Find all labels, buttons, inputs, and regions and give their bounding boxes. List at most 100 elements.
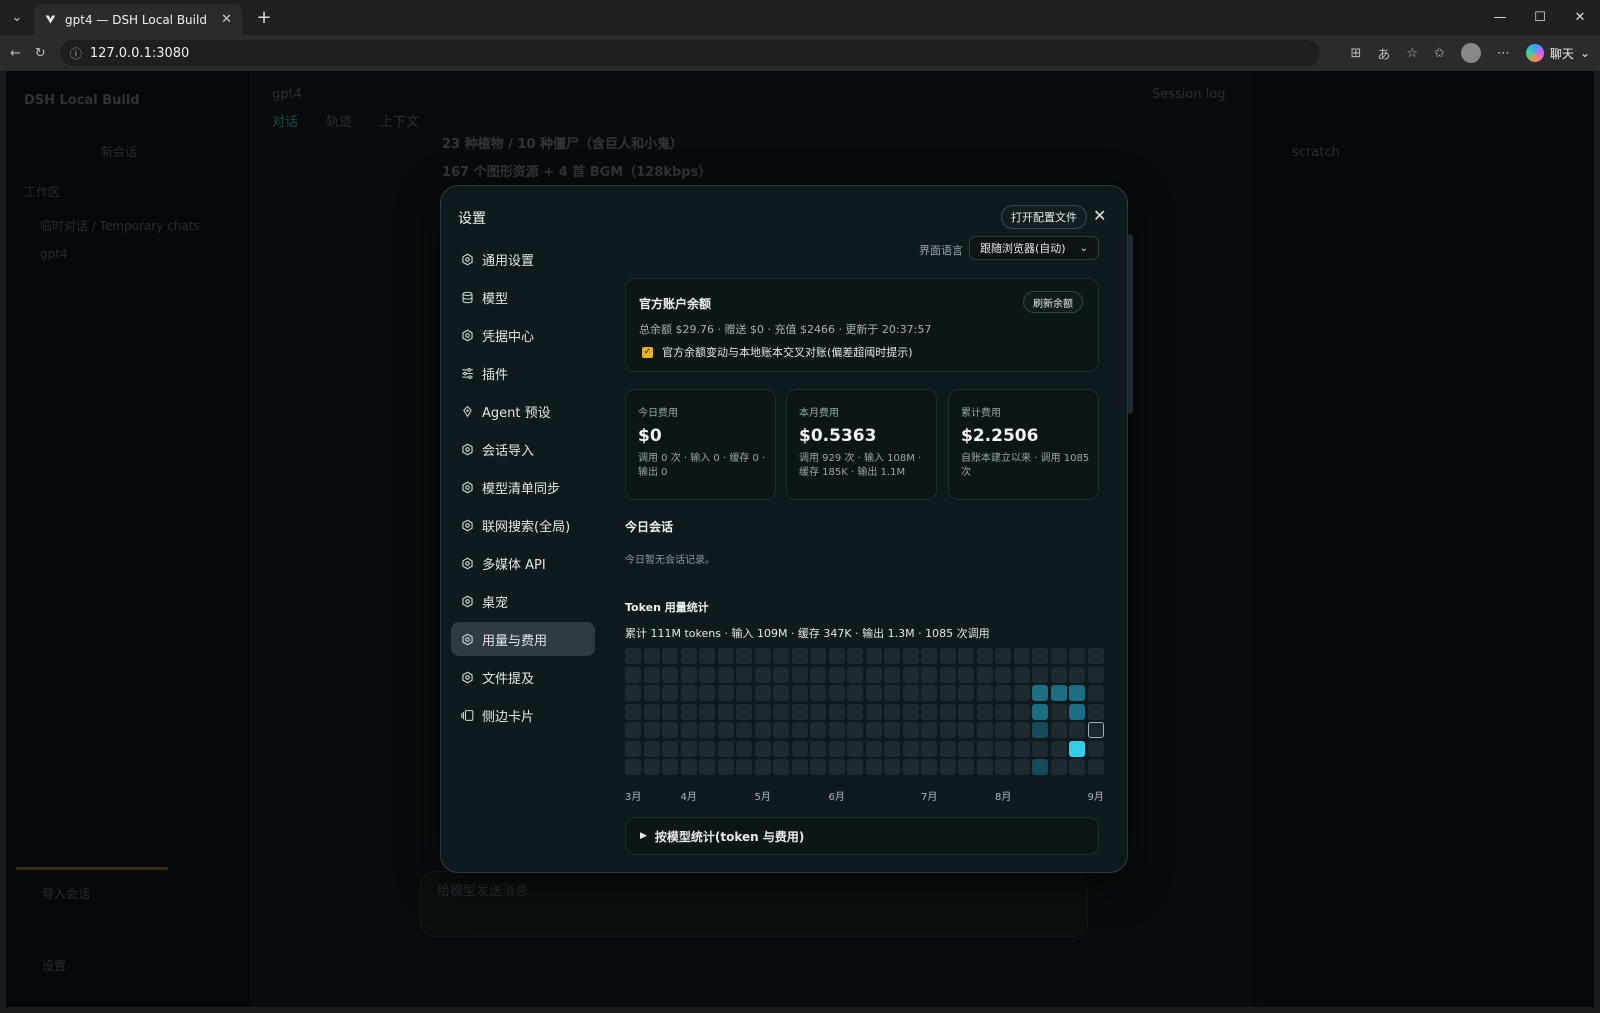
language-select[interactable]: 跟随浏览器(自动) ⌄: [969, 236, 1099, 260]
heatmap-cell[interactable]: [662, 685, 678, 701]
heatmap-cell[interactable]: [902, 685, 919, 701]
heatmap-cell[interactable]: [699, 759, 715, 775]
heatmap-cell[interactable]: [847, 648, 863, 664]
info-icon[interactable]: ⓘ: [70, 45, 82, 62]
settings-nav-item[interactable]: 文件提及: [451, 660, 595, 694]
avatar[interactable]: [1460, 43, 1481, 63]
heatmap-cell[interactable]: [865, 703, 882, 720]
heatmap-cell[interactable]: [1087, 666, 1104, 683]
heatmap-cell[interactable]: [1050, 648, 1067, 664]
heatmap-cell[interactable]: [810, 740, 826, 757]
heatmap-cell[interactable]: [754, 685, 771, 701]
heatmap-cell[interactable]: [791, 703, 808, 720]
browser-tab[interactable]: gpt4 — DSH Local Build ✕: [34, 4, 242, 35]
heatmap-cell[interactable]: [939, 685, 956, 701]
heatmap-cell[interactable]: [1032, 740, 1048, 757]
heatmap-cell[interactable]: [1013, 740, 1030, 757]
heatmap-cell[interactable]: [902, 722, 919, 738]
heatmap-cell[interactable]: [1013, 759, 1030, 775]
heatmap-cell[interactable]: [643, 703, 660, 720]
heatmap-cell[interactable]: [680, 666, 697, 683]
heatmap-cell[interactable]: [736, 759, 752, 775]
heatmap-cell[interactable]: [995, 740, 1011, 757]
heatmap-cell[interactable]: [976, 648, 993, 664]
heatmap-cell[interactable]: [884, 666, 900, 683]
heatmap-cell[interactable]: [754, 759, 771, 775]
heatmap-cell[interactable]: [1087, 722, 1104, 738]
heatmap-cell[interactable]: [1050, 722, 1067, 738]
heatmap-cell[interactable]: [921, 685, 937, 701]
heatmap-cell[interactable]: [847, 666, 863, 683]
heatmap-cell[interactable]: [884, 722, 900, 738]
heatmap-cell[interactable]: [791, 722, 808, 738]
heatmap-cell[interactable]: [847, 759, 863, 775]
heatmap-cell[interactable]: [717, 648, 734, 664]
heatmap-cell[interactable]: [958, 703, 974, 720]
heatmap-cell[interactable]: [625, 740, 641, 757]
heatmap-cell[interactable]: [828, 685, 845, 701]
heatmap-cell[interactable]: [995, 648, 1011, 664]
heatmap-cell[interactable]: [625, 759, 641, 775]
more-icon[interactable]: ⋯: [1497, 46, 1510, 61]
heatmap-cell[interactable]: [699, 648, 715, 664]
heatmap-cell[interactable]: [921, 740, 937, 757]
heatmap-cell[interactable]: [699, 685, 715, 701]
heatmap-cell[interactable]: [958, 685, 974, 701]
heatmap-cell[interactable]: [902, 740, 919, 757]
heatmap-cell[interactable]: [921, 666, 937, 683]
heatmap-cell[interactable]: [995, 703, 1011, 720]
close-tab-icon[interactable]: ✕: [221, 12, 232, 27]
by-model-expander[interactable]: ▶ 按模型统计(token 与费用): [625, 817, 1099, 855]
heatmap-cell[interactable]: [717, 740, 734, 757]
heatmap-cell[interactable]: [1069, 666, 1085, 683]
heatmap-cell[interactable]: [958, 722, 974, 738]
heatmap-cell[interactable]: [791, 685, 808, 701]
heatmap-cell[interactable]: [1032, 759, 1048, 775]
reconcile-option[interactable]: ✓ 官方余额变动与本地账本交叉对账(偏差超阈时提示): [642, 344, 913, 360]
heatmap-cell[interactable]: [791, 666, 808, 683]
heatmap-cell[interactable]: [976, 703, 993, 720]
heatmap-cell[interactable]: [754, 666, 771, 683]
heatmap-cell[interactable]: [662, 648, 678, 664]
settings-nav-item[interactable]: 多媒体 API: [451, 546, 595, 580]
heatmap-cell[interactable]: [939, 722, 956, 738]
settings-nav-item[interactable]: 联网搜索(全局): [451, 508, 595, 542]
heatmap-cell[interactable]: [736, 703, 752, 720]
heatmap-cell[interactable]: [680, 722, 697, 738]
heatmap-cell[interactable]: [828, 740, 845, 757]
heatmap-cell[interactable]: [736, 740, 752, 757]
reload-icon[interactable]: ↻: [35, 46, 46, 61]
heatmap-cell[interactable]: [902, 666, 919, 683]
heatmap-cell[interactable]: [1069, 740, 1085, 757]
heatmap-cell[interactable]: [1013, 703, 1030, 720]
heatmap-cell[interactable]: [995, 722, 1011, 738]
settings-nav-item[interactable]: 用量与费用: [451, 622, 595, 656]
heatmap-cell[interactable]: [976, 666, 993, 683]
heatmap-cell[interactable]: [1050, 666, 1067, 683]
heatmap-cell[interactable]: [1050, 703, 1067, 720]
heatmap-cell[interactable]: [1032, 666, 1048, 683]
minimize-icon[interactable]: —: [1480, 0, 1520, 35]
heatmap-cell[interactable]: [865, 740, 882, 757]
heatmap-cell[interactable]: [699, 740, 715, 757]
checkbox[interactable]: ✓: [642, 346, 653, 358]
tab-list-button[interactable]: ⌄: [0, 0, 34, 35]
heatmap-cell[interactable]: [1069, 703, 1085, 720]
heatmap-cell[interactable]: [958, 759, 974, 775]
heatmap-cell[interactable]: [939, 759, 956, 775]
heatmap-cell[interactable]: [699, 722, 715, 738]
heatmap-cell[interactable]: [865, 759, 882, 775]
heatmap-cell[interactable]: [884, 759, 900, 775]
heatmap-cell[interactable]: [699, 703, 715, 720]
heatmap-cell[interactable]: [717, 685, 734, 701]
heatmap-cell[interactable]: [1032, 685, 1048, 701]
heatmap-cell[interactable]: [717, 666, 734, 683]
heatmap-cell[interactable]: [921, 648, 937, 664]
heatmap-cell[interactable]: [958, 666, 974, 683]
heatmap-cell[interactable]: [939, 648, 956, 664]
heatmap-cell[interactable]: [828, 759, 845, 775]
heatmap-cell[interactable]: [884, 740, 900, 757]
close-icon[interactable]: ✕: [1093, 206, 1106, 225]
heatmap-cell[interactable]: [958, 648, 974, 664]
heatmap-cell[interactable]: [680, 740, 697, 757]
